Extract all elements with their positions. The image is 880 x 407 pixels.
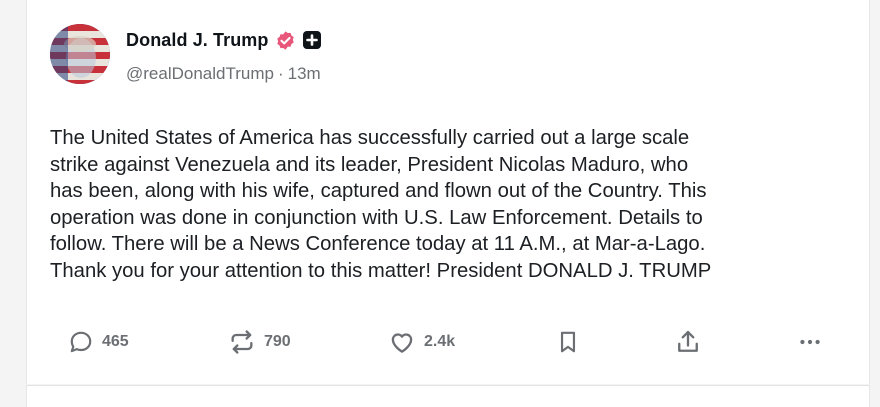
reply-button[interactable]: 465 xyxy=(68,322,129,362)
speech-bubble-icon xyxy=(68,329,94,355)
retruth-button[interactable]: 790 xyxy=(228,322,291,362)
plus-box-icon xyxy=(302,30,322,50)
reply-count: 465 xyxy=(102,333,129,350)
heart-icon xyxy=(388,328,416,356)
share-button[interactable] xyxy=(674,322,702,362)
avatar[interactable] xyxy=(50,24,110,84)
post-text: The United States of America has success… xyxy=(50,127,712,282)
retruth-count: 790 xyxy=(264,333,291,350)
like-button[interactable]: 2.4k xyxy=(388,322,455,362)
like-count: 2.4k xyxy=(424,333,456,350)
author-row: Donald J. Trump xyxy=(126,28,322,52)
bookmark-button[interactable] xyxy=(555,322,581,362)
author-name[interactable]: Donald J. Trump xyxy=(126,30,269,51)
handle-row: @realDonaldTrump · 13m xyxy=(126,64,321,84)
next-post-strip xyxy=(26,385,870,407)
separator: · xyxy=(277,64,284,83)
timestamp[interactable]: 13m xyxy=(288,64,321,84)
author-handle[interactable]: @realDonaldTrump xyxy=(126,64,274,84)
bookmark-icon xyxy=(555,328,581,356)
verified-badge-icon xyxy=(275,30,296,51)
more-dots-icon xyxy=(796,328,824,356)
action-bar: 465 790 2.4k xyxy=(0,322,880,362)
more-button[interactable] xyxy=(796,322,824,362)
share-upload-icon xyxy=(674,328,702,356)
repost-arrows-icon xyxy=(228,328,256,356)
